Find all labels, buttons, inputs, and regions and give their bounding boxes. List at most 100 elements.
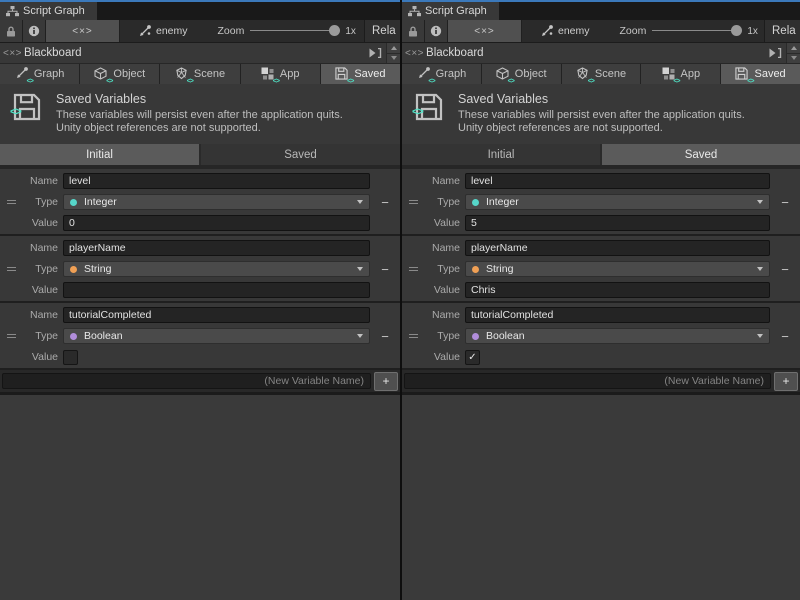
variable-type-dropdown[interactable]: String: [465, 261, 770, 277]
remove-variable-button[interactable]: −: [781, 196, 789, 209]
section-title: Saved Variables: [458, 92, 745, 106]
variable-type-dropdown[interactable]: Boolean: [465, 328, 770, 344]
new-variable-name-input[interactable]: [2, 373, 371, 389]
scroll-down-button[interactable]: [787, 53, 800, 64]
tab-object[interactable]: <> Object: [482, 64, 561, 84]
boolean-value-checkbox[interactable]: [63, 350, 78, 365]
tab-saved-state[interactable]: Saved: [201, 144, 400, 165]
scroll-up-button[interactable]: [387, 43, 400, 53]
variable-type-dropdown[interactable]: String: [63, 261, 370, 277]
drag-handle[interactable]: [7, 332, 16, 340]
tab-label: Saved: [354, 68, 385, 80]
add-variable-button[interactable]: +: [774, 372, 798, 391]
variable-name-input[interactable]: [465, 240, 770, 256]
drag-handle[interactable]: [409, 332, 418, 340]
edit-graph-button[interactable]: <×>: [448, 20, 522, 42]
scroll-up-button[interactable]: [787, 43, 800, 53]
variable-value-input[interactable]: [63, 282, 370, 298]
saved-variables-text: Saved Variables These variables will per…: [458, 92, 745, 144]
variable-name-input[interactable]: [63, 173, 370, 189]
tab-label: App: [280, 68, 300, 80]
new-variable-row: +: [402, 370, 800, 395]
variable-type-dropdown[interactable]: Boolean: [63, 328, 370, 344]
new-variable-name-input[interactable]: [404, 373, 771, 389]
info-button[interactable]: [425, 20, 448, 42]
blackboard-header: <×> Blackboard: [0, 43, 400, 64]
tab-saved[interactable]: <> Saved: [321, 64, 400, 84]
script-graph-window-left: Script Graph <×> enemy Zoom 1x Rela <×> …: [0, 0, 400, 600]
add-variable-button[interactable]: +: [374, 372, 398, 391]
boolean-value-checkbox[interactable]: ✓: [465, 350, 480, 365]
tab-app[interactable]: <> App: [641, 64, 720, 84]
dock-button[interactable]: [768, 48, 782, 58]
graph-reference-button[interactable]: enemy: [138, 20, 188, 42]
variable-name-input[interactable]: [63, 240, 370, 256]
tab-label: Scene: [194, 68, 225, 80]
scroll-down-button[interactable]: [387, 53, 400, 64]
graph-reference-label: enemy: [558, 25, 590, 37]
doc-tab-label: Script Graph: [23, 5, 85, 17]
edit-graph-button[interactable]: <×>: [46, 20, 120, 42]
saved-variables-floppy-icon: <>: [13, 92, 43, 144]
variable-value-input[interactable]: [465, 215, 770, 231]
zoom-slider-thumb[interactable]: [329, 25, 340, 36]
tab-scene[interactable]: <> Scene: [562, 64, 641, 84]
type-value: Integer: [486, 196, 750, 208]
dock-button[interactable]: [368, 48, 382, 58]
tab-script-graph[interactable]: Script Graph: [0, 2, 97, 20]
remove-variable-button[interactable]: −: [781, 263, 789, 276]
tab-label: Graph: [34, 68, 65, 80]
value-label: Value: [22, 217, 58, 229]
chevron-down-icon: [357, 200, 363, 204]
variables-badge-icon: <>: [428, 78, 434, 85]
relations-button[interactable]: Rela: [364, 20, 400, 42]
lock-button[interactable]: [402, 20, 425, 42]
relations-button[interactable]: Rela: [764, 20, 800, 42]
variables-badge-icon: <>: [273, 78, 279, 85]
lock-button[interactable]: [0, 20, 23, 42]
remove-variable-button[interactable]: −: [381, 330, 389, 343]
variable-type-dropdown[interactable]: Integer: [63, 194, 370, 210]
name-label: Name: [424, 242, 460, 254]
zoom-slider[interactable]: [652, 20, 742, 42]
variable-value-input[interactable]: [465, 282, 770, 298]
tab-saved-state[interactable]: Saved: [602, 144, 800, 165]
tab-initial[interactable]: Initial: [402, 144, 600, 165]
variable-row: Name Type Boolean − Value: [0, 303, 400, 370]
tab-label: Scene: [595, 68, 626, 80]
drag-handle[interactable]: [409, 198, 418, 206]
tab-graph[interactable]: <> Graph: [402, 64, 481, 84]
tab-scene[interactable]: <> Scene: [160, 64, 239, 84]
graph-reference-button[interactable]: enemy: [540, 20, 590, 42]
tab-saved[interactable]: <> Saved: [721, 64, 800, 84]
remove-variable-button[interactable]: −: [381, 263, 389, 276]
tab-script-graph[interactable]: Script Graph: [402, 2, 499, 20]
info-button[interactable]: [23, 20, 46, 42]
zoom-slider[interactable]: [250, 20, 340, 42]
zoom-slider-thumb[interactable]: [731, 25, 742, 36]
remove-variable-button[interactable]: −: [381, 196, 389, 209]
code-brackets-glyph: <×>: [474, 26, 495, 37]
type-color-dot: [70, 199, 77, 206]
variables-badge-icon: <>: [187, 78, 193, 85]
tab-app[interactable]: <> App: [241, 64, 320, 84]
variable-name-input[interactable]: [63, 307, 370, 323]
tab-graph[interactable]: <> Graph: [0, 64, 79, 84]
tab-object[interactable]: <> Object: [80, 64, 159, 84]
saved-floppy-icon: <>: [335, 67, 349, 81]
variable-name-input[interactable]: [465, 307, 770, 323]
drag-handle[interactable]: [7, 265, 16, 273]
section-description-line2: Unity object references are not supporte…: [458, 122, 745, 135]
variable-type-dropdown[interactable]: Integer: [465, 194, 770, 210]
remove-variable-button[interactable]: −: [781, 330, 789, 343]
name-label: Name: [22, 175, 58, 187]
drag-handle[interactable]: [409, 265, 418, 273]
variable-value-input[interactable]: [63, 215, 370, 231]
tab-initial[interactable]: Initial: [0, 144, 199, 165]
zoom-label: Zoom: [218, 25, 245, 37]
variable-row: Name Type Boolean − Value: [402, 303, 800, 370]
variables-badge-icon: <>: [412, 106, 423, 118]
drag-handle[interactable]: [7, 198, 16, 206]
triangle-up-icon: [391, 46, 397, 50]
variable-name-input[interactable]: [465, 173, 770, 189]
